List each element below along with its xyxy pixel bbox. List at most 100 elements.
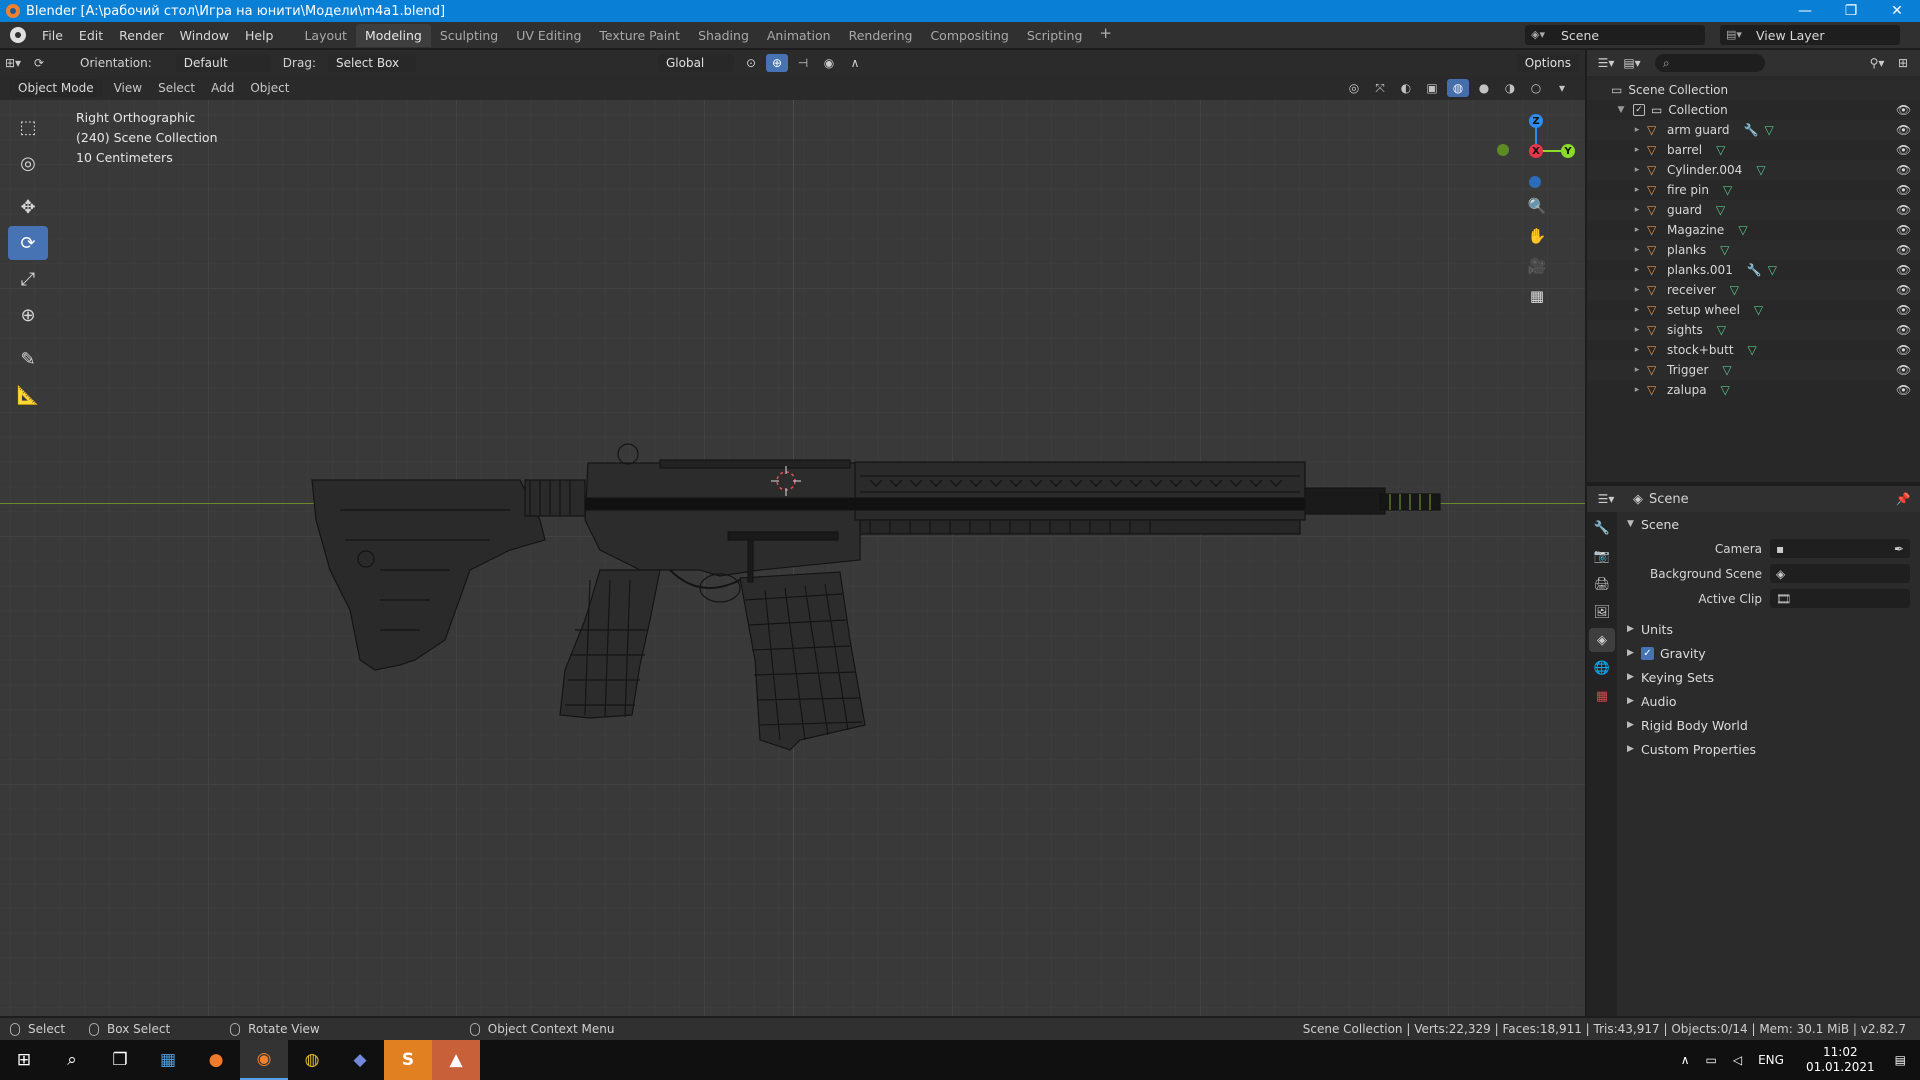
tab-modeling[interactable]: Modeling: [355, 23, 431, 47]
scene-tab-icon[interactable]: ◈: [1589, 628, 1615, 652]
windows-start-icon[interactable]: ⊞: [0, 1040, 48, 1080]
texture-tab-icon[interactable]: ▦: [1589, 684, 1615, 708]
outliner-object-row[interactable]: ▸ ▽ planks ▽ 👁: [1587, 240, 1920, 260]
pan-hand-icon[interactable]: ✋: [1523, 222, 1551, 250]
firefox-icon[interactable]: ●: [192, 1040, 240, 1080]
outliner-editor-icon[interactable]: ☰▾: [1595, 54, 1617, 72]
gizmo-z-axis[interactable]: Z: [1529, 114, 1543, 128]
mesh-data-icon[interactable]: ▽: [1716, 203, 1725, 217]
outliner-object-row[interactable]: ▸ ▽ planks.001 🔧 ▽ 👁: [1587, 260, 1920, 280]
eye-icon[interactable]: 👁: [1896, 383, 1911, 397]
restore-button[interactable]: ❐: [1828, 3, 1874, 19]
active-clip-field[interactable]: 🎞: [1770, 589, 1910, 608]
shading-options-icon[interactable]: ▾: [1551, 79, 1573, 97]
expand-arrow-icon[interactable]: ▼: [1615, 105, 1627, 115]
network-icon[interactable]: ▭: [1706, 1053, 1717, 1067]
outliner-object-row[interactable]: ▸ ▽ Trigger ▽ 👁: [1587, 360, 1920, 380]
expand-arrow-icon[interactable]: ▸: [1631, 265, 1643, 275]
gizmo-neg-z-axis[interactable]: [1529, 176, 1541, 188]
expand-arrow-icon[interactable]: ▸: [1631, 185, 1643, 195]
tab-texture-paint[interactable]: Texture Paint: [590, 24, 689, 47]
expand-arrow-icon[interactable]: ▸: [1631, 385, 1643, 395]
outliner-object-row[interactable]: ▸ ▽ Magazine ▽ 👁: [1587, 220, 1920, 240]
editor-type-icon[interactable]: ⊞▾: [2, 54, 24, 72]
app-pinned-icon[interactable]: ▲: [432, 1040, 480, 1080]
camera-view-icon[interactable]: 🎥: [1523, 252, 1551, 280]
mesh-data-icon[interactable]: ▽: [1720, 243, 1729, 257]
mesh-data-icon[interactable]: ▽: [1748, 343, 1757, 357]
view-layer-tab-icon[interactable]: 🖼: [1589, 600, 1615, 624]
close-button[interactable]: ✕: [1874, 3, 1920, 19]
visibility-icon[interactable]: ◎: [1343, 79, 1365, 97]
outliner-object-row[interactable]: ▸ ▽ guard ▽ 👁: [1587, 200, 1920, 220]
audio-panel-header[interactable]: ▶ Audio: [1617, 689, 1920, 713]
blender-taskbar-icon[interactable]: ◉: [240, 1040, 288, 1080]
rigid-body-panel-header[interactable]: ▶ Rigid Body World: [1617, 713, 1920, 737]
mesh-data-icon[interactable]: ▽: [1754, 303, 1763, 317]
wireframe-shading-icon[interactable]: ◍: [1447, 79, 1469, 97]
volume-icon[interactable]: ◁: [1733, 1053, 1742, 1067]
transform-orientation-dropdown[interactable]: Global: [657, 54, 734, 72]
eye-icon[interactable]: 👁: [1896, 203, 1911, 217]
expand-arrow-icon[interactable]: ▸: [1631, 325, 1643, 335]
expand-arrow-icon[interactable]: ▸: [1631, 245, 1643, 255]
mesh-data-icon[interactable]: ▽: [1723, 183, 1732, 197]
output-tab-icon[interactable]: 🖨: [1589, 572, 1615, 596]
mesh-data-icon[interactable]: ▽: [1717, 323, 1726, 337]
menu-object[interactable]: Object: [242, 79, 297, 97]
expand-arrow-icon[interactable]: ▸: [1631, 125, 1643, 135]
filter-icon[interactable]: ⚲▾: [1866, 54, 1888, 72]
gizmo-x-axis[interactable]: X: [1529, 144, 1543, 158]
render-tab-icon[interactable]: 📷: [1589, 544, 1615, 568]
search-icon[interactable]: ⌕: [48, 1040, 96, 1080]
menu-window[interactable]: Window: [172, 28, 237, 43]
outliner-object-row[interactable]: ▸ ▽ receiver ▽ 👁: [1587, 280, 1920, 300]
expand-arrow-icon[interactable]: ▸: [1631, 145, 1643, 155]
mesh-data-icon[interactable]: ▽: [1722, 363, 1731, 377]
gravity-panel-header[interactable]: ▶ ✓ Gravity: [1617, 641, 1920, 665]
outliner-search-input[interactable]: ⌕: [1655, 54, 1765, 72]
gizmo-toggle-icon[interactable]: ⤧: [1369, 79, 1391, 97]
add-workspace-button[interactable]: +: [1091, 24, 1120, 47]
xray-toggle-icon[interactable]: ▣: [1421, 79, 1443, 97]
tab-compositing[interactable]: Compositing: [921, 24, 1017, 47]
eye-icon[interactable]: 👁: [1896, 243, 1911, 257]
tab-layout[interactable]: Layout: [295, 24, 356, 47]
minimize-button[interactable]: —: [1782, 3, 1828, 19]
orientation-dropdown[interactable]: Default: [175, 54, 271, 72]
view-layer-selector[interactable]: ▤▾ View Layer: [1720, 25, 1900, 45]
mesh-data-icon[interactable]: ▽: [1764, 123, 1773, 137]
new-collection-icon[interactable]: ⊞: [1892, 54, 1914, 72]
chrome-icon[interactable]: ◍: [288, 1040, 336, 1080]
eyedropper-icon[interactable]: ✒: [1894, 542, 1904, 556]
menu-file[interactable]: File: [34, 28, 71, 43]
zoom-icon[interactable]: 🔍: [1523, 192, 1551, 220]
eye-icon[interactable]: 👁: [1896, 323, 1911, 337]
discord-icon[interactable]: ◆: [336, 1040, 384, 1080]
3d-viewport[interactable]: ⬚ ◎ ✥ ⟳ ⤢ ⊕ ✎ 📐 Right Orthographic (240)…: [0, 100, 1585, 1016]
expand-arrow-icon[interactable]: ▸: [1631, 305, 1643, 315]
background-scene-field[interactable]: ◈: [1770, 564, 1910, 583]
gravity-checkbox[interactable]: ✓: [1641, 646, 1654, 660]
eye-icon[interactable]: 👁: [1896, 103, 1911, 117]
camera-field[interactable]: ▪ ✒: [1770, 539, 1910, 558]
snap-target-icon[interactable]: ⊣: [792, 54, 814, 72]
proportional-edit-icon[interactable]: ◉: [818, 54, 840, 72]
mesh-data-icon[interactable]: ▽: [1721, 383, 1730, 397]
language-indicator[interactable]: ENG: [1758, 1053, 1784, 1067]
skype-icon[interactable]: S: [384, 1040, 432, 1080]
notification-icon[interactable]: ▤: [1895, 1053, 1906, 1067]
tab-sculpting[interactable]: Sculpting: [431, 24, 507, 47]
outliner-object-row[interactable]: ▸ ▽ Cylinder.004 ▽ 👁: [1587, 160, 1920, 180]
snap-toggle-icon[interactable]: ⊕: [765, 54, 788, 72]
outliner-collection-row[interactable]: ▼ ✓ ▭ Collection 👁: [1587, 100, 1920, 120]
pivot-point-icon[interactable]: ⊙: [740, 54, 762, 72]
custom-props-panel-header[interactable]: ▶ Custom Properties: [1617, 737, 1920, 761]
perspective-toggle-icon[interactable]: ▦: [1523, 282, 1551, 310]
solid-shading-icon[interactable]: ●: [1473, 79, 1495, 97]
gizmo-neg-y-axis[interactable]: [1497, 144, 1509, 156]
eye-icon[interactable]: 👁: [1896, 263, 1911, 277]
modifier-wrench-icon[interactable]: 🔧: [1747, 263, 1762, 277]
drag-dropdown[interactable]: Select Box: [327, 54, 416, 72]
outliner-object-row[interactable]: ▸ ▽ arm guard 🔧 ▽ 👁: [1587, 120, 1920, 140]
